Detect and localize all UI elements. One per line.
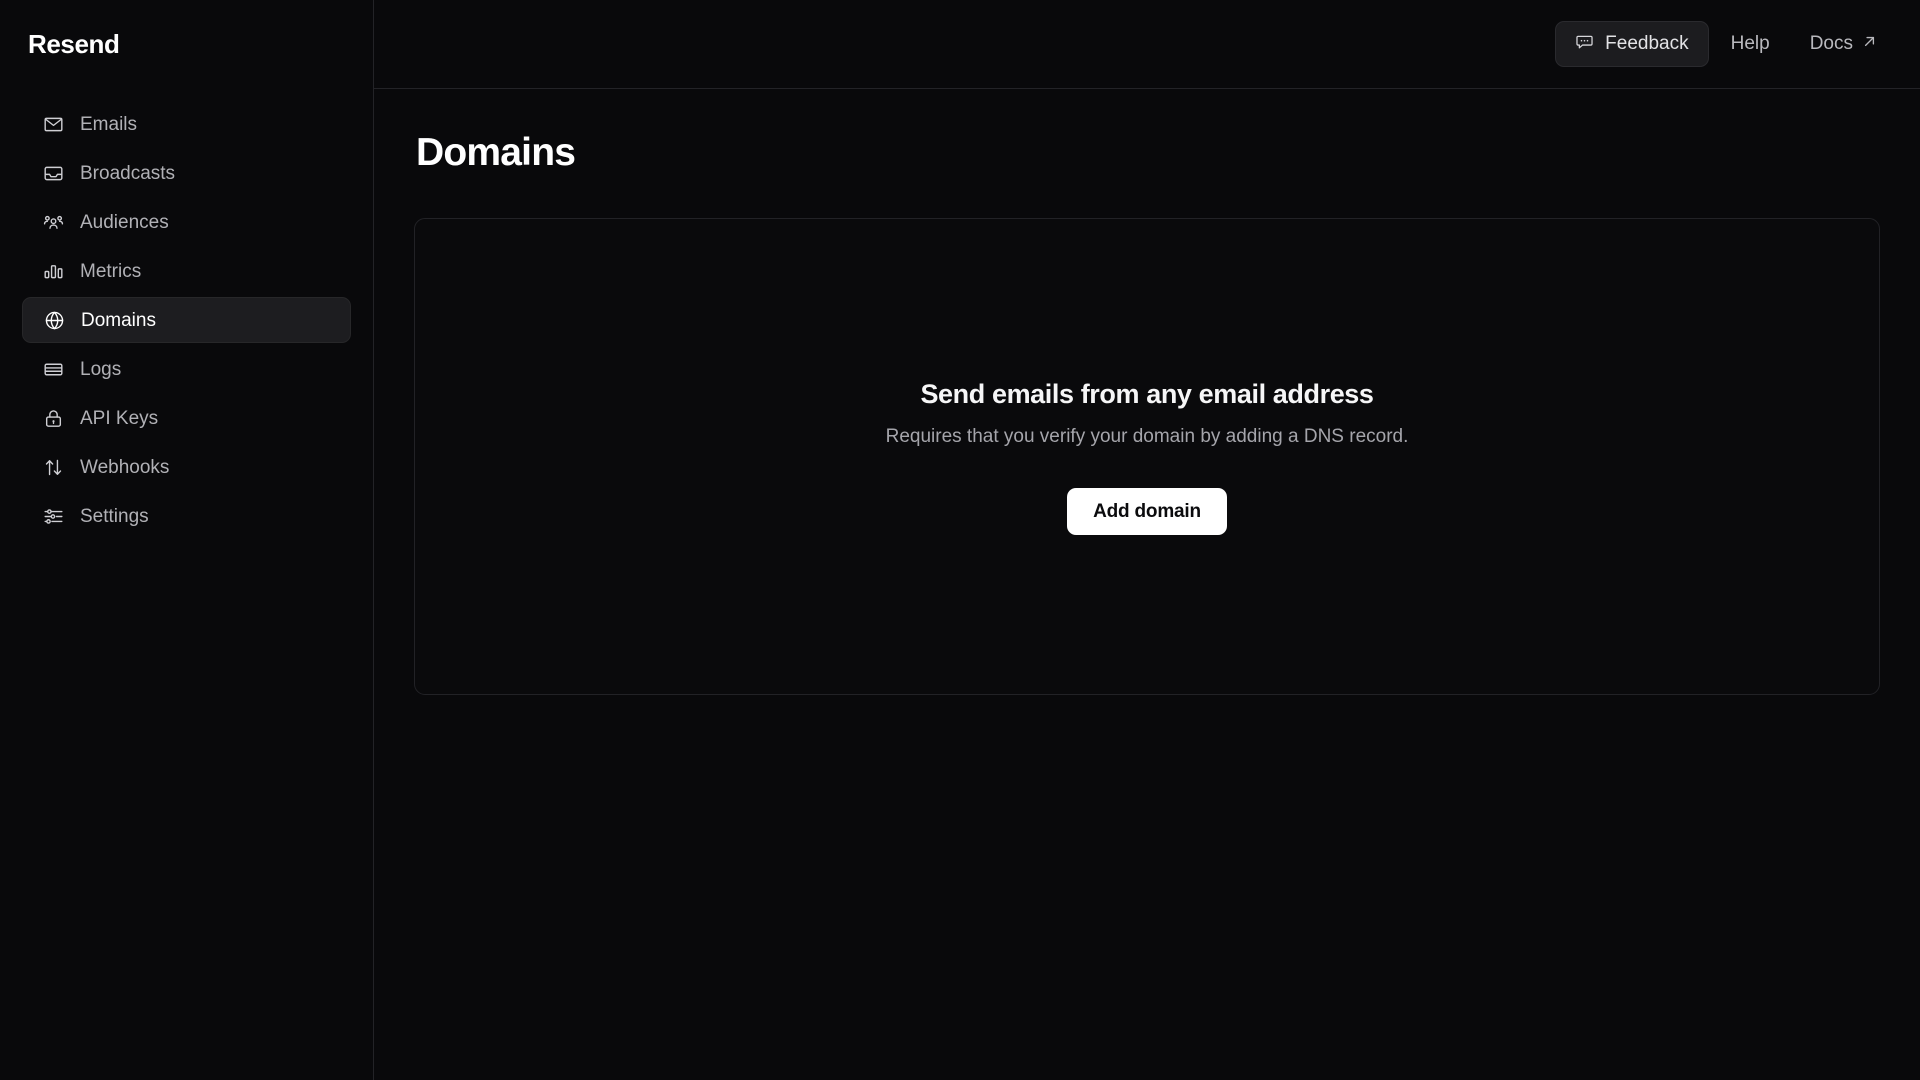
globe-icon: [43, 309, 65, 331]
page-content: Domains Send emails from any email addre…: [374, 89, 1920, 695]
sidebar-item-label: Settings: [80, 505, 149, 527]
sidebar: Resend Emails Broadcasts Audiences Metri…: [0, 0, 374, 1080]
help-link-label: Help: [1730, 33, 1770, 54]
inbox-icon: [42, 162, 64, 184]
message-dots-icon: [1575, 32, 1594, 57]
lock-icon: [42, 407, 64, 429]
rows-icon: [42, 358, 64, 380]
docs-link[interactable]: Docs: [1792, 21, 1878, 67]
domains-empty-state-card: Send emails from any email address Requi…: [414, 218, 1880, 695]
feedback-button[interactable]: Feedback: [1555, 21, 1709, 67]
add-domain-button[interactable]: Add domain: [1067, 488, 1227, 536]
page-title: Domains: [416, 131, 576, 174]
sidebar-item-logs[interactable]: Logs: [22, 346, 351, 392]
sidebar-item-label: Logs: [80, 358, 122, 380]
sidebar-item-label: Domains: [81, 309, 156, 331]
main-area: Feedback Help Docs Domains Send emails f…: [374, 0, 1920, 1080]
empty-state-subtitle: Requires that you verify your domain by …: [885, 426, 1409, 448]
sidebar-item-broadcasts[interactable]: Broadcasts: [22, 150, 351, 196]
sidebar-item-label: API Keys: [80, 407, 159, 429]
bar-chart-icon: [42, 260, 64, 282]
sidebar-item-label: Webhooks: [80, 456, 170, 478]
sidebar-item-label: Metrics: [80, 260, 142, 282]
sliders-icon: [42, 505, 64, 527]
brand-logo[interactable]: Resend: [0, 0, 373, 89]
sidebar-nav: Emails Broadcasts Audiences Metrics Doma…: [0, 89, 373, 539]
help-link[interactable]: Help: [1713, 21, 1788, 67]
feedback-button-label: Feedback: [1605, 33, 1689, 54]
sidebar-item-emails[interactable]: Emails: [22, 101, 351, 147]
sidebar-item-label: Broadcasts: [80, 162, 176, 184]
sidebar-item-settings[interactable]: Settings: [22, 493, 351, 539]
empty-state-title: Send emails from any email address: [920, 378, 1374, 409]
sidebar-item-metrics[interactable]: Metrics: [22, 248, 351, 294]
sidebar-item-label: Audiences: [80, 211, 169, 233]
arrow-up-right-icon: [1861, 33, 1878, 56]
brand-name: Resend: [28, 29, 120, 59]
docs-link-label: Docs: [1809, 33, 1853, 54]
app-root: Resend Emails Broadcasts Audiences Metri…: [0, 0, 1920, 1080]
sidebar-item-webhooks[interactable]: Webhooks: [22, 444, 351, 490]
sidebar-item-audiences[interactable]: Audiences: [22, 199, 351, 245]
sidebar-item-label: Emails: [80, 113, 138, 135]
envelope-icon: [42, 113, 64, 135]
arrows-updown-icon: [42, 456, 64, 478]
top-bar: Feedback Help Docs: [374, 0, 1920, 89]
sidebar-item-api-keys[interactable]: API Keys: [22, 395, 351, 441]
users-icon: [42, 211, 64, 233]
sidebar-item-domains[interactable]: Domains: [22, 297, 351, 343]
